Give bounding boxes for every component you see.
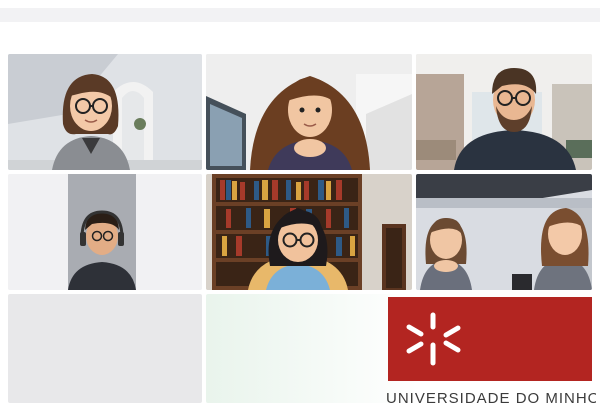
top-toolbar xyxy=(0,8,600,22)
uminho-emblem-icon xyxy=(388,297,592,381)
participant-3-video xyxy=(416,54,592,170)
participant-5-video xyxy=(206,174,412,290)
video-tile-participant-6[interactable] xyxy=(416,174,592,290)
video-tile-participant-2[interactable] xyxy=(206,54,412,170)
video-tile-participant-3[interactable] xyxy=(416,54,592,170)
university-logo xyxy=(388,297,592,381)
participant-1-video xyxy=(8,54,202,170)
logo-background xyxy=(388,297,592,381)
university-name: UNIVERSIDADE DO MINHO xyxy=(386,390,596,404)
video-tile-participant-4[interactable] xyxy=(8,174,202,290)
video-tile-participant-7[interactable] xyxy=(8,294,202,403)
participant-2-video xyxy=(206,54,412,170)
participant-4-video xyxy=(8,174,202,290)
video-grid: UNIVERSIDADE DO MINHO xyxy=(8,54,596,404)
video-tile-participant-5[interactable] xyxy=(206,174,412,290)
video-tile-participant-1[interactable] xyxy=(8,54,202,170)
participant-6-video xyxy=(416,174,592,290)
